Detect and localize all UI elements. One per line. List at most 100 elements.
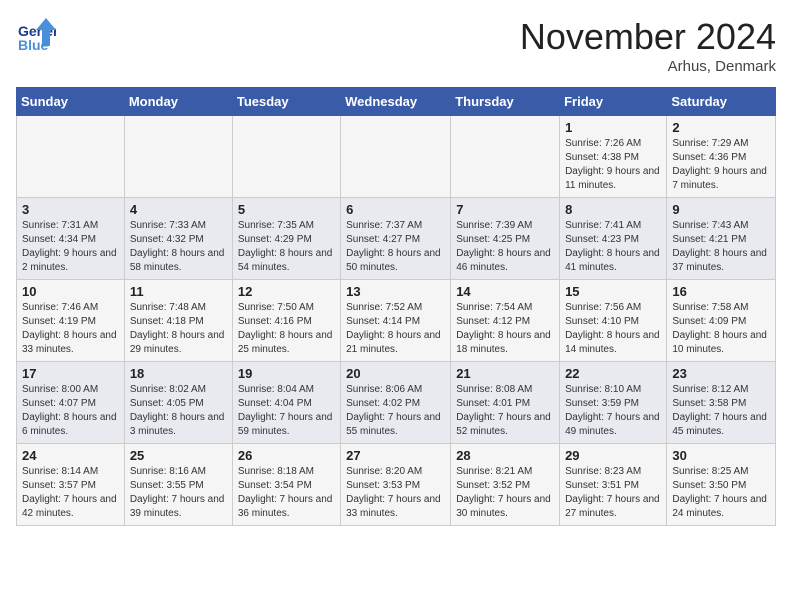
- day-number: 11: [130, 284, 227, 299]
- day-number: 14: [456, 284, 554, 299]
- day-number: 16: [672, 284, 770, 299]
- location: Arhus, Denmark: [520, 58, 776, 75]
- day-cell: 28 Sunrise: 8:21 AM Sunset: 3:52 PM Dayli…: [451, 444, 560, 526]
- day-cell: 25 Sunrise: 8:16 AM Sunset: 3:55 PM Dayli…: [124, 444, 232, 526]
- day-cell: 10 Sunrise: 7:46 AM Sunset: 4:19 PM Dayli…: [17, 280, 125, 362]
- day-info: Sunrise: 8:00 AM Sunset: 4:07 PM Dayligh…: [22, 383, 119, 439]
- day-info: Sunrise: 8:14 AM Sunset: 3:57 PM Dayligh…: [22, 465, 119, 521]
- day-cell: 20Sunrise: 8:06 AM Sunset: 4:02 PM Dayli…: [341, 362, 451, 444]
- day-number: 4: [130, 202, 227, 217]
- col-tuesday: Tuesday: [232, 88, 340, 116]
- day-info: Sunrise: 7:26 AM Sunset: 4:38 PM Dayligh…: [565, 137, 661, 193]
- day-cell: 14 Sunrise: 7:54 AM Sunset: 4:12 PM Dayli…: [451, 280, 560, 362]
- col-friday: Friday: [560, 88, 667, 116]
- day-cell: 3Sunrise: 7:31 AM Sunset: 4:34 PM Daylig…: [17, 198, 125, 280]
- day-cell: 17 Sunrise: 8:00 AM Sunset: 4:07 PM Dayli…: [17, 362, 125, 444]
- day-info: Sunrise: 8:23 AM Sunset: 3:51 PM Dayligh…: [565, 465, 661, 521]
- day-cell: 7 Sunrise: 7:39 AM Sunset: 4:25 PM Daylig…: [451, 198, 560, 280]
- day-cell: [17, 116, 125, 198]
- day-info: Sunrise: 7:43 AM Sunset: 4:21 PM Dayligh…: [672, 219, 770, 275]
- day-cell: 6Sunrise: 7:37 AM Sunset: 4:27 PM Daylig…: [341, 198, 451, 280]
- day-number: 27: [346, 448, 445, 463]
- week-row-3: 10 Sunrise: 7:46 AM Sunset: 4:19 PM Dayli…: [17, 280, 776, 362]
- day-number: 7: [456, 202, 554, 217]
- col-wednesday: Wednesday: [341, 88, 451, 116]
- day-info: Sunrise: 8:08 AM Sunset: 4:01 PM Dayligh…: [456, 383, 554, 439]
- day-info: Sunrise: 8:25 AM Sunset: 3:50 PM Dayligh…: [672, 465, 770, 521]
- month-title: November 2024: [520, 16, 776, 58]
- day-info: Sunrise: 7:46 AM Sunset: 4:19 PM Dayligh…: [22, 301, 119, 357]
- day-number: 21: [456, 366, 554, 381]
- day-number: 15: [565, 284, 661, 299]
- day-cell: 26 Sunrise: 8:18 AM Sunset: 3:54 PM Dayli…: [232, 444, 340, 526]
- day-info: Sunrise: 7:35 AM Sunset: 4:29 PM Dayligh…: [238, 219, 335, 275]
- day-info: Sunrise: 7:48 AM Sunset: 4:18 PM Dayligh…: [130, 301, 227, 357]
- day-cell: 16 Sunrise: 7:58 AM Sunset: 4:09 PM Dayli…: [667, 280, 776, 362]
- day-number: 13: [346, 284, 445, 299]
- day-cell: 12Sunrise: 7:50 AM Sunset: 4:16 PM Dayli…: [232, 280, 340, 362]
- day-cell: 19 Sunrise: 8:04 AM Sunset: 4:04 PM Dayli…: [232, 362, 340, 444]
- col-sunday: Sunday: [17, 88, 125, 116]
- day-info: Sunrise: 7:58 AM Sunset: 4:09 PM Dayligh…: [672, 301, 770, 357]
- day-info: Sunrise: 8:04 AM Sunset: 4:04 PM Dayligh…: [238, 383, 335, 439]
- day-info: Sunrise: 7:37 AM Sunset: 4:27 PM Dayligh…: [346, 219, 445, 275]
- day-number: 25: [130, 448, 227, 463]
- week-row-1: 1 Sunrise: 7:26 AM Sunset: 4:38 PM Daylig…: [17, 116, 776, 198]
- day-info: Sunrise: 7:56 AM Sunset: 4:10 PM Dayligh…: [565, 301, 661, 357]
- day-number: 29: [565, 448, 661, 463]
- day-info: Sunrise: 8:16 AM Sunset: 3:55 PM Dayligh…: [130, 465, 227, 521]
- day-info: Sunrise: 7:54 AM Sunset: 4:12 PM Dayligh…: [456, 301, 554, 357]
- day-cell: [232, 116, 340, 198]
- day-info: Sunrise: 8:12 AM Sunset: 3:58 PM Dayligh…: [672, 383, 770, 439]
- day-cell: 23 Sunrise: 8:12 AM Sunset: 3:58 PM Dayli…: [667, 362, 776, 444]
- day-cell: 21 Sunrise: 8:08 AM Sunset: 4:01 PM Dayli…: [451, 362, 560, 444]
- day-info: Sunrise: 8:21 AM Sunset: 3:52 PM Dayligh…: [456, 465, 554, 521]
- day-cell: [451, 116, 560, 198]
- day-info: Sunrise: 8:10 AM Sunset: 3:59 PM Dayligh…: [565, 383, 661, 439]
- day-cell: 30 Sunrise: 8:25 AM Sunset: 3:50 PM Dayli…: [667, 444, 776, 526]
- day-cell: [341, 116, 451, 198]
- day-info: Sunrise: 7:39 AM Sunset: 4:25 PM Dayligh…: [456, 219, 554, 275]
- day-cell: 15 Sunrise: 7:56 AM Sunset: 4:10 PM Dayli…: [560, 280, 667, 362]
- col-monday: Monday: [124, 88, 232, 116]
- day-number: 8: [565, 202, 661, 217]
- day-number: 24: [22, 448, 119, 463]
- day-cell: 29 Sunrise: 8:23 AM Sunset: 3:51 PM Dayli…: [560, 444, 667, 526]
- day-info: Sunrise: 8:02 AM Sunset: 4:05 PM Dayligh…: [130, 383, 227, 439]
- day-info: Sunrise: 7:29 AM Sunset: 4:36 PM Dayligh…: [672, 137, 770, 193]
- day-info: Sunrise: 8:18 AM Sunset: 3:54 PM Dayligh…: [238, 465, 335, 521]
- day-number: 10: [22, 284, 119, 299]
- day-number: 28: [456, 448, 554, 463]
- col-thursday: Thursday: [451, 88, 560, 116]
- title-block: November 2024 Arhus, Denmark: [520, 16, 776, 75]
- day-cell: 8Sunrise: 7:41 AM Sunset: 4:23 PM Daylig…: [560, 198, 667, 280]
- day-info: Sunrise: 8:20 AM Sunset: 3:53 PM Dayligh…: [346, 465, 445, 521]
- day-cell: 13Sunrise: 7:52 AM Sunset: 4:14 PM Dayli…: [341, 280, 451, 362]
- day-number: 1: [565, 120, 661, 135]
- day-number: 9: [672, 202, 770, 217]
- calendar-table: Sunday Monday Tuesday Wednesday Thursday…: [16, 87, 776, 526]
- day-number: 2: [672, 120, 770, 135]
- day-cell: 4 Sunrise: 7:33 AM Sunset: 4:32 PM Daylig…: [124, 198, 232, 280]
- day-cell: 22 Sunrise: 8:10 AM Sunset: 3:59 PM Dayli…: [560, 362, 667, 444]
- day-info: Sunrise: 7:33 AM Sunset: 4:32 PM Dayligh…: [130, 219, 227, 275]
- day-number: 22: [565, 366, 661, 381]
- day-cell: 1 Sunrise: 7:26 AM Sunset: 4:38 PM Daylig…: [560, 116, 667, 198]
- day-number: 26: [238, 448, 335, 463]
- day-number: 23: [672, 366, 770, 381]
- day-cell: 18 Sunrise: 8:02 AM Sunset: 4:05 PM Dayli…: [124, 362, 232, 444]
- day-number: 17: [22, 366, 119, 381]
- day-cell: 5Sunrise: 7:35 AM Sunset: 4:29 PM Daylig…: [232, 198, 340, 280]
- day-cell: [124, 116, 232, 198]
- day-cell: 27 Sunrise: 8:20 AM Sunset: 3:53 PM Dayli…: [341, 444, 451, 526]
- day-number: 30: [672, 448, 770, 463]
- week-row-5: 24 Sunrise: 8:14 AM Sunset: 3:57 PM Dayli…: [17, 444, 776, 526]
- day-info: Sunrise: 8:06 AM Sunset: 4:02 PM Dayligh…: [346, 383, 445, 439]
- day-info: Sunrise: 7:31 AM Sunset: 4:34 PM Dayligh…: [22, 219, 119, 275]
- day-info: Sunrise: 7:50 AM Sunset: 4:16 PM Dayligh…: [238, 301, 335, 357]
- day-number: 18: [130, 366, 227, 381]
- day-cell: 11 Sunrise: 7:48 AM Sunset: 4:18 PM Dayli…: [124, 280, 232, 362]
- day-cell: 9 Sunrise: 7:43 AM Sunset: 4:21 PM Daylig…: [667, 198, 776, 280]
- week-row-2: 3Sunrise: 7:31 AM Sunset: 4:34 PM Daylig…: [17, 198, 776, 280]
- day-number: 19: [238, 366, 335, 381]
